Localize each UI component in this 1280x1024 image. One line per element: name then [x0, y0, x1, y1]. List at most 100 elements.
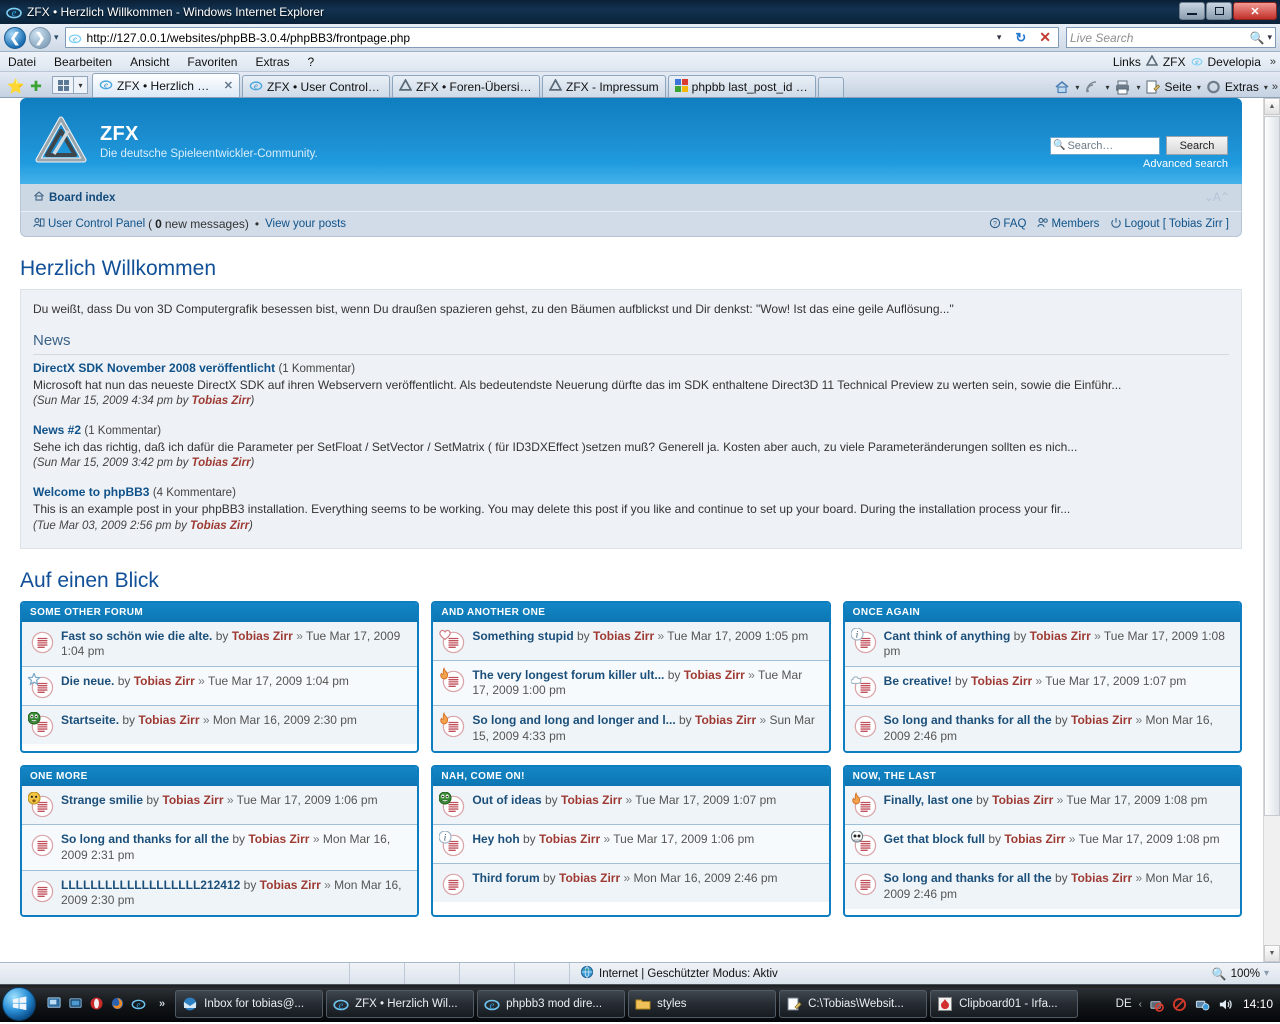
menu-item-bearbeiten[interactable]: Bearbeiten [54, 55, 112, 69]
topic-row[interactable]: LLLLLLLLLLLLLLLLLLL212412 by Tobias Zirr… [22, 871, 417, 916]
topic-row[interactable]: iHey hoh by Tobias Zirr » Tue Mar 17, 20… [433, 825, 828, 864]
taskbar-button[interactable]: Inbox for tobias@... [175, 990, 323, 1018]
topic-row[interactable]: Get that block full by Tobias Zirr » Tue… [845, 825, 1240, 864]
forum-box-title[interactable]: Now, the last [845, 767, 1240, 786]
faq-item[interactable]: ? FAQ [989, 217, 1026, 232]
command-bar[interactable]: ▾ ▾ ▾ Seite ▾ Extras ▾ » [1051, 78, 1278, 96]
members-item[interactable]: Members [1037, 217, 1099, 232]
view-your-posts-link[interactable]: View your posts [265, 218, 346, 230]
news-author[interactable]: Tobias Zirr [192, 457, 251, 469]
forum-box-title[interactable]: Once again [845, 603, 1240, 622]
print-icon[interactable] [1111, 78, 1134, 96]
taskbar-clock[interactable]: 14:10 [1243, 997, 1273, 1011]
back-arrow-icon[interactable]: ❮ [4, 27, 26, 49]
topic-author[interactable]: Tobias Zirr [971, 674, 1032, 688]
topic-author[interactable]: Tobias Zirr [162, 793, 223, 807]
show-desktop-icon[interactable] [46, 995, 63, 1012]
topic-author[interactable]: Tobias Zirr [1004, 832, 1065, 846]
tools-menu-button[interactable]: Extras [1203, 78, 1262, 96]
topic-author[interactable]: Tobias Zirr [260, 878, 321, 892]
forum-box-title[interactable]: And another one [433, 603, 828, 622]
topic-author[interactable]: Tobias Zirr [1030, 629, 1091, 643]
font-size-changer[interactable]: ⌄A⌃ [1204, 190, 1229, 204]
home-caret[interactable]: ▾ [1075, 83, 1079, 92]
tab-bar[interactable]: ⭐ ✚ ▾ e ZFX • Herzlich Willko... ✕ e ZFX… [0, 72, 1280, 98]
topic-row[interactable]: Be creative! by Tobias Zirr » Tue Mar 17… [845, 667, 1240, 706]
link-developia[interactable]: Developia [1208, 55, 1261, 69]
menu-bar[interactable]: Datei Bearbeiten Ansicht Favoriten Extra… [0, 52, 1280, 72]
topic-row[interactable]: Die neue. by Tobias Zirr » Tue Mar 17, 2… [22, 667, 417, 706]
topic-author[interactable]: Tobias Zirr [559, 871, 620, 885]
firefox-icon[interactable] [109, 995, 126, 1012]
topic-author[interactable]: Tobias Zirr [1071, 871, 1132, 885]
address-dropdown-caret[interactable]: ▾ [991, 32, 1008, 43]
stop-icon[interactable]: ✕ [1034, 29, 1056, 46]
topic-title-link[interactable]: So long and thanks for all the [884, 871, 1052, 885]
taskbar-button[interactable]: C:\Tobias\Websit... [779, 990, 927, 1018]
faq-link[interactable]: FAQ [1003, 218, 1026, 230]
quick-launch-overflow-icon[interactable]: » [159, 998, 165, 1010]
zoom-control[interactable]: 🔍 100% ▾ [1212, 967, 1276, 981]
user-control-panel-link[interactable]: User Control Panel [48, 218, 145, 230]
menu-item-ansicht[interactable]: Ansicht [130, 55, 169, 69]
logout-link[interactable]: Logout [ Tobias Zirr ] [1124, 218, 1229, 230]
command-overflow-icon[interactable]: » [1272, 81, 1278, 93]
tab-list-caret[interactable]: ▾ [74, 76, 88, 94]
history-dropdown-caret[interactable]: ▾ [54, 32, 59, 43]
browser-navigation-bar[interactable]: ❮ ❯ ▾ e http://127.0.0.1/websites/phpBB-… [0, 24, 1280, 52]
news-author[interactable]: Tobias Zirr [190, 520, 249, 532]
links-overflow-icon[interactable]: » [1270, 56, 1276, 68]
tab-close-icon[interactable]: ✕ [224, 79, 233, 92]
language-indicator[interactable]: DE [1116, 998, 1132, 1010]
logout-item[interactable]: Logout [ Tobias Zirr ] [1110, 217, 1229, 232]
opera-icon[interactable] [88, 995, 105, 1012]
topic-title-link[interactable]: Hey hoh [472, 832, 519, 846]
topic-author[interactable]: Tobias Zirr [248, 832, 309, 846]
scroll-down-arrow[interactable]: ▼ [1264, 945, 1280, 962]
task-button-list[interactable]: Inbox for tobias@...eZFX • Herzlich Wil.… [175, 990, 1078, 1018]
windows-taskbar[interactable]: e » Inbox for tobias@...eZFX • Herzlich … [0, 984, 1280, 1022]
topic-author[interactable]: Tobias Zirr [593, 629, 654, 643]
favorites-star-icon[interactable]: ⭐ [6, 75, 26, 97]
menu-item-help[interactable]: ? [307, 55, 314, 69]
menu-item-extras[interactable]: Extras [255, 55, 289, 69]
page-scrollbar[interactable]: ▲ ▼ [1263, 98, 1280, 962]
topic-row[interactable]: So long and thanks for all the by Tobias… [845, 706, 1240, 751]
breadcrumb[interactable]: Board index [33, 190, 115, 205]
window-titlebar[interactable]: e ZFX • Herzlich Willkommen - Windows In… [0, 0, 1280, 24]
topic-author[interactable]: Tobias Zirr [684, 668, 745, 682]
topic-title-link[interactable]: LLLLLLLLLLLLLLLLLLL212412 [61, 878, 240, 892]
live-search-placeholder[interactable]: Live Search [1070, 31, 1247, 45]
taskbar-button[interactable]: eZFX • Herzlich Wil... [326, 990, 474, 1018]
topic-title-link[interactable]: Die neue. [61, 674, 114, 688]
topic-title-link[interactable]: So long and thanks for all the [61, 832, 229, 846]
scroll-up-arrow[interactable]: ▲ [1264, 98, 1280, 115]
topic-row[interactable]: Something stupid by Tobias Zirr » Tue Ma… [433, 622, 828, 661]
news-title-link[interactable]: News #2 [33, 423, 81, 437]
links-toolbar[interactable]: Links ZFX e Developia » [1113, 52, 1276, 72]
topic-title-link[interactable]: The very longest forum killer ult... [472, 668, 664, 682]
topic-title-link[interactable]: Third forum [472, 871, 539, 885]
topic-title-link[interactable]: Something stupid [472, 629, 573, 643]
breadcrumb-label[interactable]: Board index [49, 192, 115, 204]
topic-row[interactable]: Third forum by Tobias Zirr » Mon Mar 16,… [433, 864, 828, 902]
topic-title-link[interactable]: Finally, last one [884, 793, 973, 807]
topic-row[interactable]: Strange smilie by Tobias Zirr » Tue Mar … [22, 786, 417, 825]
topic-author[interactable]: Tobias Zirr [138, 713, 199, 727]
taskbar-button[interactable]: Clipboard01 - Irfa... [930, 990, 1078, 1018]
topic-title-link[interactable]: So long and thanks for all the [884, 713, 1052, 727]
security-zone[interactable]: Internet | Geschützter Modus: Aktiv [570, 965, 778, 982]
topic-title-link[interactable]: Fast so schön wie die alte. [61, 629, 212, 643]
forward-arrow-icon[interactable]: ❯ [29, 27, 51, 49]
network-icon[interactable] [1195, 996, 1211, 1012]
quick-launch-bar[interactable]: e » [46, 995, 171, 1012]
tab-zfx-user-control-panel[interactable]: e ZFX • User Control Pane... [242, 75, 390, 97]
add-favorite-icon[interactable]: ✚ [26, 75, 46, 97]
address-bar[interactable]: e http://127.0.0.1/websites/phpBB-3.0.4/… [65, 27, 1059, 48]
topic-author[interactable]: Tobias Zirr [1071, 713, 1132, 727]
topic-author[interactable]: Tobias Zirr [232, 629, 293, 643]
board-search[interactable]: 🔍 Search… Search [1050, 136, 1228, 155]
topic-author[interactable]: Tobias Zirr [695, 713, 756, 727]
network-warning-icon[interactable] [1149, 996, 1165, 1012]
advanced-search-link[interactable]: Advanced search [1143, 158, 1228, 170]
